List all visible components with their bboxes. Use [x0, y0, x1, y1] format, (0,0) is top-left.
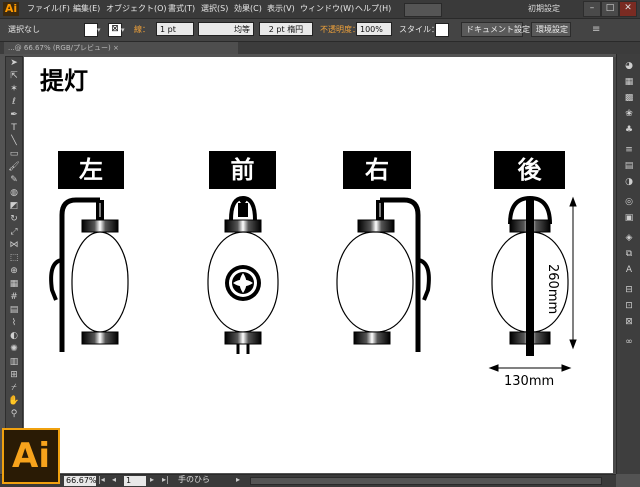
lantern-front-view	[207, 195, 279, 354]
current-tool-status: 手のひら	[178, 475, 210, 484]
prev-artboard-icon[interactable]: ◂	[112, 474, 116, 486]
vertical-scrollbar[interactable]	[613, 57, 616, 473]
height-dimension-line	[569, 196, 577, 350]
last-artboard-icon[interactable]: ▸|	[162, 474, 169, 486]
height-dimension-label: 260mm	[545, 264, 560, 315]
status-menu-icon[interactable]: ▸	[236, 474, 240, 486]
artboard-number-field[interactable]: 1	[124, 476, 146, 486]
width-dimension-label: 130mm	[504, 374, 555, 389]
width-dimension-line	[488, 364, 572, 372]
zoom-field[interactable]: 66.67%	[64, 476, 97, 486]
lantern-left-view	[49, 197, 129, 352]
horizontal-scrollbar[interactable]	[250, 477, 602, 485]
first-artboard-icon[interactable]: |◂	[98, 474, 105, 486]
lantern-right-view	[336, 197, 431, 352]
lantern-drawings	[49, 195, 577, 372]
illustrator-logo-icon: Ai	[2, 428, 60, 484]
next-artboard-icon[interactable]: ▸	[150, 474, 154, 486]
